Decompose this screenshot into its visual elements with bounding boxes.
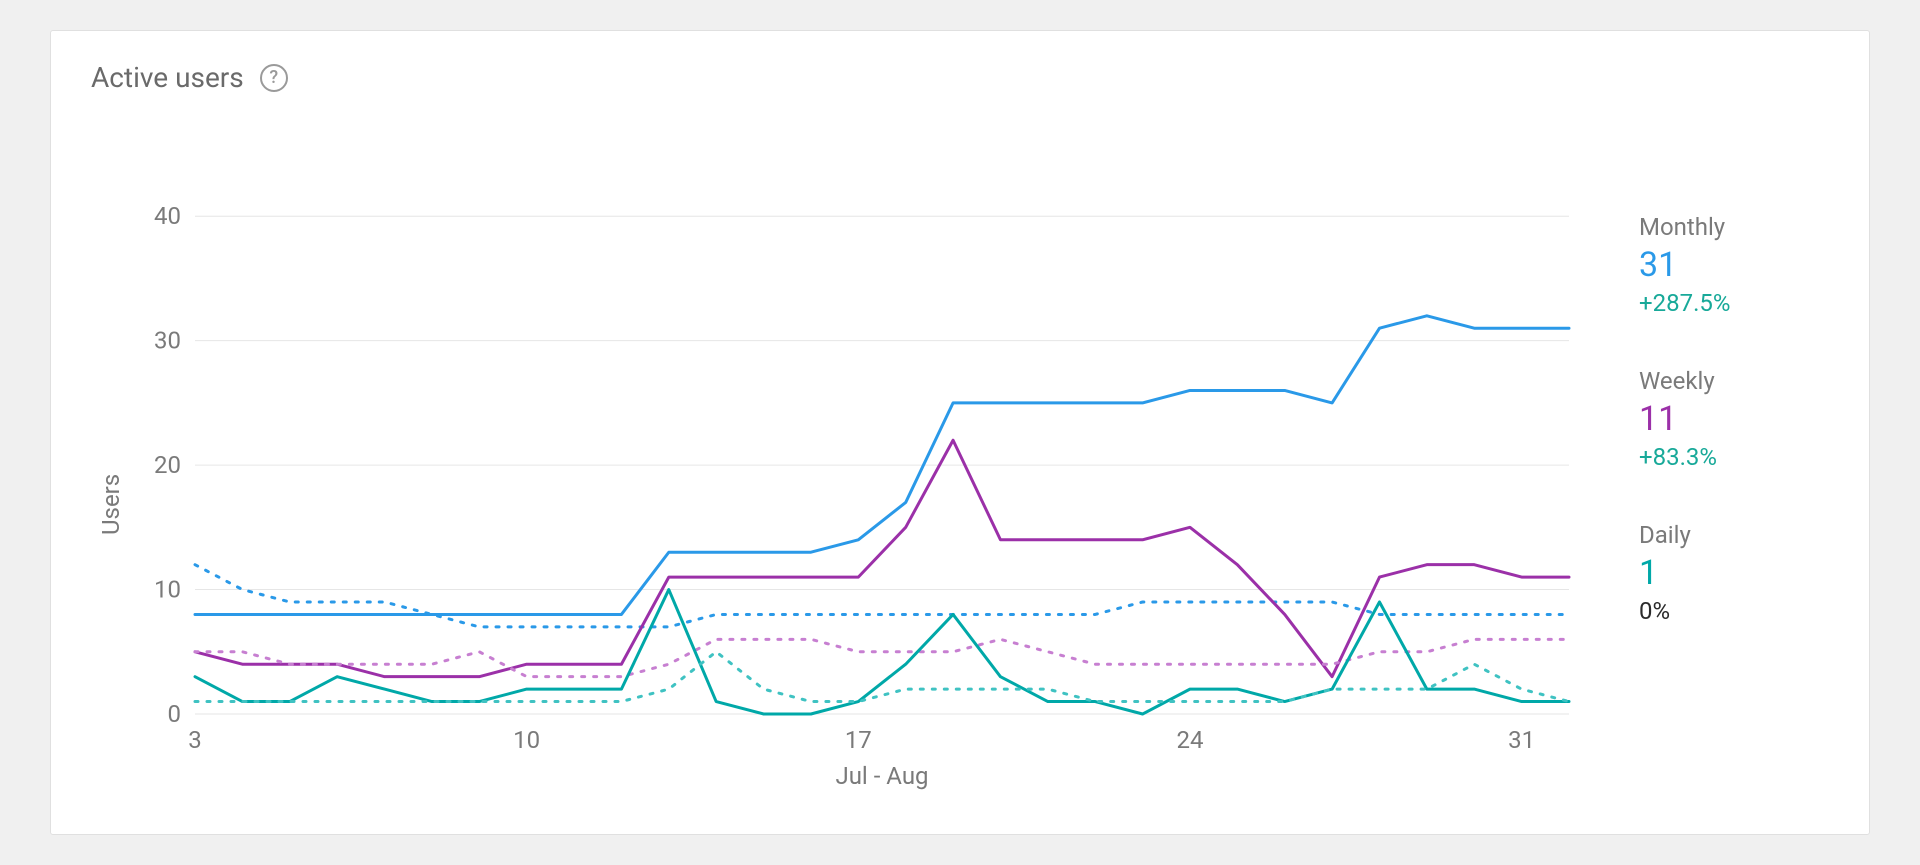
- legend-item-weekly[interactable]: Weekly 11 +83.3%: [1639, 367, 1829, 471]
- card-title: Active users: [91, 61, 244, 94]
- legend-value-weekly: 11: [1639, 399, 1829, 439]
- svg-text:24: 24: [1176, 726, 1203, 754]
- legend-panel: Monthly 31 +287.5% Weekly 11 +83.3% Dail…: [1639, 104, 1829, 794]
- line-chart[interactable]: 0 10 20 30 40 3 10 17 24 31 Jul - Aug: [125, 104, 1589, 794]
- legend-value-daily: 1: [1639, 553, 1829, 593]
- card-header: Active users ?: [91, 61, 1829, 94]
- svg-text:17: 17: [845, 726, 872, 754]
- legend-delta-weekly: +83.3%: [1639, 443, 1829, 471]
- svg-text:10: 10: [154, 576, 181, 604]
- legend-item-monthly[interactable]: Monthly 31 +287.5%: [1639, 213, 1829, 317]
- legend-label-weekly: Weekly: [1639, 367, 1829, 395]
- svg-text:3: 3: [188, 726, 202, 754]
- legend-value-monthly: 31: [1639, 245, 1829, 285]
- svg-text:40: 40: [154, 202, 181, 230]
- svg-text:Jul - Aug: Jul - Aug: [835, 762, 928, 790]
- chart-area: Users 0 10 20 30 40 3 10 17 24 31 Jul - Aug: [91, 104, 1589, 794]
- legend-label-monthly: Monthly: [1639, 213, 1829, 241]
- legend-label-daily: Daily: [1639, 521, 1829, 549]
- help-icon[interactable]: ?: [260, 64, 288, 92]
- card-body: Users 0 10 20 30 40 3 10 17 24 31 Jul - Aug Monthl…: [91, 104, 1829, 794]
- legend-delta-monthly: +287.5%: [1639, 289, 1829, 317]
- svg-text:10: 10: [513, 726, 540, 754]
- svg-text:30: 30: [154, 327, 181, 355]
- svg-text:0: 0: [168, 700, 182, 728]
- legend-item-daily[interactable]: Daily 1 0%: [1639, 521, 1829, 625]
- y-axis-label: Users: [91, 104, 125, 794]
- svg-text:31: 31: [1508, 726, 1535, 754]
- svg-text:20: 20: [154, 451, 181, 479]
- legend-delta-daily: 0%: [1639, 597, 1829, 625]
- active-users-card: Active users ? Users 0 10 20 30 40 3 10 17 24 31 J…: [50, 30, 1870, 835]
